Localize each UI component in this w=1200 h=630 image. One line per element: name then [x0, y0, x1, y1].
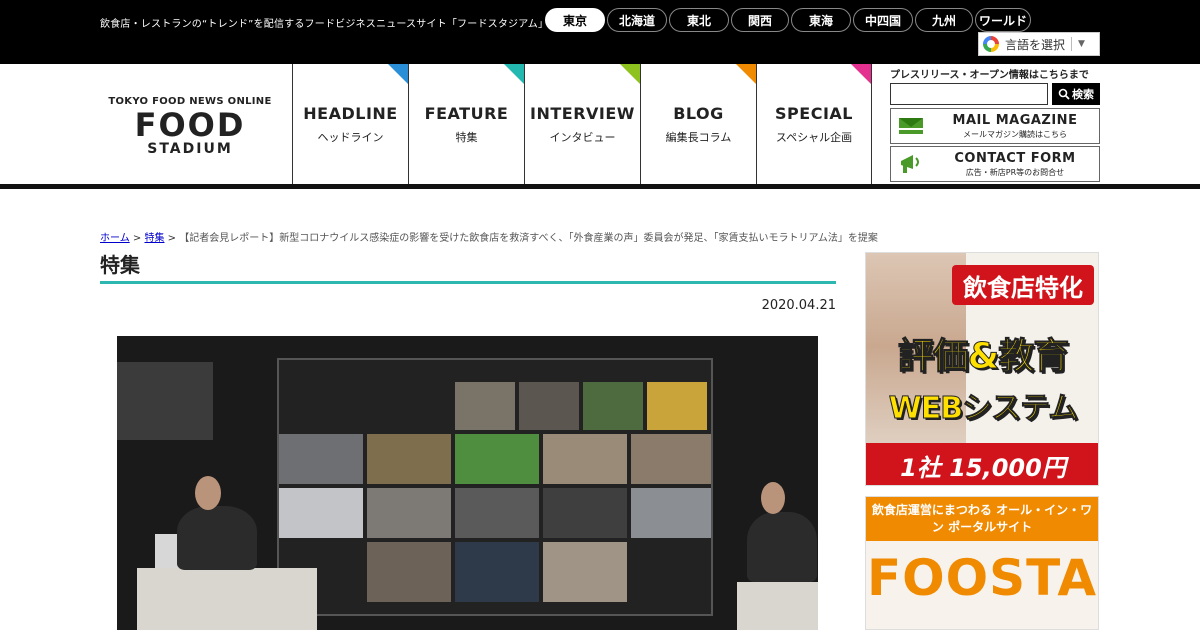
ad-banner-foosta[interactable]: 飲食店運営にまつわる オール・イン・ワン ポータルサイト FOOSTA — [865, 496, 1099, 630]
contact-form-button[interactable]: CONTACT FORM 広告・新店PR等のお問合せ — [890, 146, 1100, 182]
breadcrumb: ホーム > 特集 > 【記者会見レポート】新型コロナウイルス感染症の影響を受けた… — [100, 229, 878, 244]
breadcrumb-home-link[interactable]: ホーム — [100, 233, 130, 244]
search-button[interactable]: 検索 — [1052, 83, 1100, 105]
desk-left — [137, 568, 317, 630]
nav-headline[interactable]: HEADLINE ヘッドライン — [292, 64, 408, 184]
title-rule — [100, 281, 836, 284]
region-tab-world[interactable]: ワールド — [975, 8, 1031, 32]
megaphone-icon — [901, 155, 919, 173]
chevron-down-icon: ▼ — [1078, 39, 1085, 49]
presenter-right — [747, 512, 817, 582]
ad-line-3: WEBシステム — [888, 391, 1079, 427]
region-tab-kyushu[interactable]: 九州 — [915, 8, 973, 32]
presenter-left — [177, 506, 257, 570]
envelope-icon — [899, 118, 923, 134]
article-photo — [117, 336, 818, 630]
nav-blog[interactable]: BLOG 編集長コラム — [640, 64, 756, 184]
side-monitor — [117, 362, 213, 440]
ad-price: 1社 15,000円 — [866, 443, 1098, 485]
corner-accent — [504, 64, 524, 84]
google-icon — [983, 36, 999, 52]
article-date: 2020.04.21 — [761, 298, 836, 313]
breadcrumb-separator: > — [167, 233, 177, 244]
corner-accent — [736, 64, 756, 84]
nav-special[interactable]: SPECIAL スペシャル企画 — [756, 64, 872, 184]
desk-right — [737, 582, 818, 630]
nav-label-en: INTERVIEW — [530, 103, 635, 123]
contact-form-title: CONTACT FORM — [954, 150, 1076, 166]
nav-feature[interactable]: FEATURE 特集 — [408, 64, 524, 184]
nav-label-jp: インタビュー — [549, 130, 616, 144]
language-select[interactable]: 言語を選択 ▼ — [978, 32, 1100, 56]
ad-banner-evaluation-system[interactable]: 飲食店特化 評価&教育 WEBシステム 1社 15,000円 — [865, 252, 1099, 486]
nav-label-en: FEATURE — [424, 103, 509, 123]
ad-line-1: 飲食店特化 — [952, 265, 1094, 305]
nav-label-jp: ヘッドライン — [317, 130, 384, 144]
main-nav: HEADLINE ヘッドライン FEATURE 特集 INTERVIEW インタ… — [292, 64, 872, 184]
mail-magazine-sub: メールマガジン購読はこちら — [963, 129, 1067, 139]
logo-line-3: STADIUM — [147, 141, 233, 157]
breadcrumb-separator: > — [132, 233, 142, 244]
region-tab-hokkaido[interactable]: 北海道 — [607, 8, 667, 32]
contact-form-sub: 広告・新店PR等のお問合せ — [965, 167, 1065, 177]
presenter-left-head — [195, 476, 221, 510]
press-release-text: プレスリリース・オープン情報はこちらまで — [890, 70, 1089, 81]
nav-label-jp: 編集長コラム — [665, 130, 732, 144]
nav-label-en: BLOG — [673, 103, 724, 123]
page-title: 特集 — [100, 253, 140, 277]
region-tab-tokai[interactable]: 東海 — [791, 8, 851, 32]
search-icon — [1058, 88, 1070, 100]
breadcrumb-section-link[interactable]: 特集 — [144, 233, 164, 244]
site-tagline: 飲食店・レストランの“トレンド”を配信するフードビジネスニュースサイト「フードス… — [100, 19, 549, 30]
nav-label-jp: 特集 — [455, 130, 478, 144]
region-tab-tohoku[interactable]: 東北 — [669, 8, 729, 32]
logo-line-2: FOOD — [134, 106, 246, 144]
site-logo[interactable]: TOKYO FOOD NEWS ONLINE FOOD STADIUM — [100, 96, 280, 157]
ad-portal-text: 飲食店運営にまつわる オール・イン・ワン ポータルサイト — [866, 497, 1098, 541]
top-bar: 飲食店・レストランの“トレンド”を配信するフードビジネスニュースサイト「フードス… — [0, 0, 1200, 64]
nav-label-en: HEADLINE — [303, 103, 398, 123]
search-input[interactable] — [890, 83, 1048, 105]
region-tabs: 東京 北海道 東北 関西 東海 中四国 九州 ワールド — [545, 8, 1031, 32]
corner-accent — [851, 64, 871, 84]
video-wall — [277, 358, 713, 616]
nav-interview[interactable]: INTERVIEW インタビュー — [524, 64, 640, 184]
header-rule — [0, 184, 1200, 189]
breadcrumb-current: 【記者会見レポート】新型コロナウイルス感染症の影響を受けた飲食店を救済すべく、「… — [179, 233, 878, 244]
divider — [1071, 37, 1073, 51]
ad-line-2: 評価&教育 — [897, 336, 1069, 378]
region-tab-kansai[interactable]: 関西 — [731, 8, 789, 32]
region-tab-chushikoku[interactable]: 中四国 — [853, 8, 913, 32]
nav-label-en: SPECIAL — [775, 103, 853, 123]
language-select-label: 言語を選択 — [1005, 37, 1066, 52]
region-tab-tokyo[interactable]: 東京 — [545, 8, 605, 32]
mail-magazine-title: MAIL MAGAZINE — [952, 112, 1078, 128]
search-form: 検索 — [890, 83, 1100, 105]
corner-accent — [620, 64, 640, 84]
presenter-right-head — [761, 482, 785, 514]
foosta-logo: FOOSTA — [866, 549, 1098, 607]
nav-label-jp: スペシャル企画 — [775, 130, 853, 144]
corner-accent — [388, 64, 408, 84]
search-button-label: 検索 — [1072, 88, 1094, 101]
mail-magazine-button[interactable]: MAIL MAGAZINE メールマガジン購読はこちら — [890, 108, 1100, 144]
